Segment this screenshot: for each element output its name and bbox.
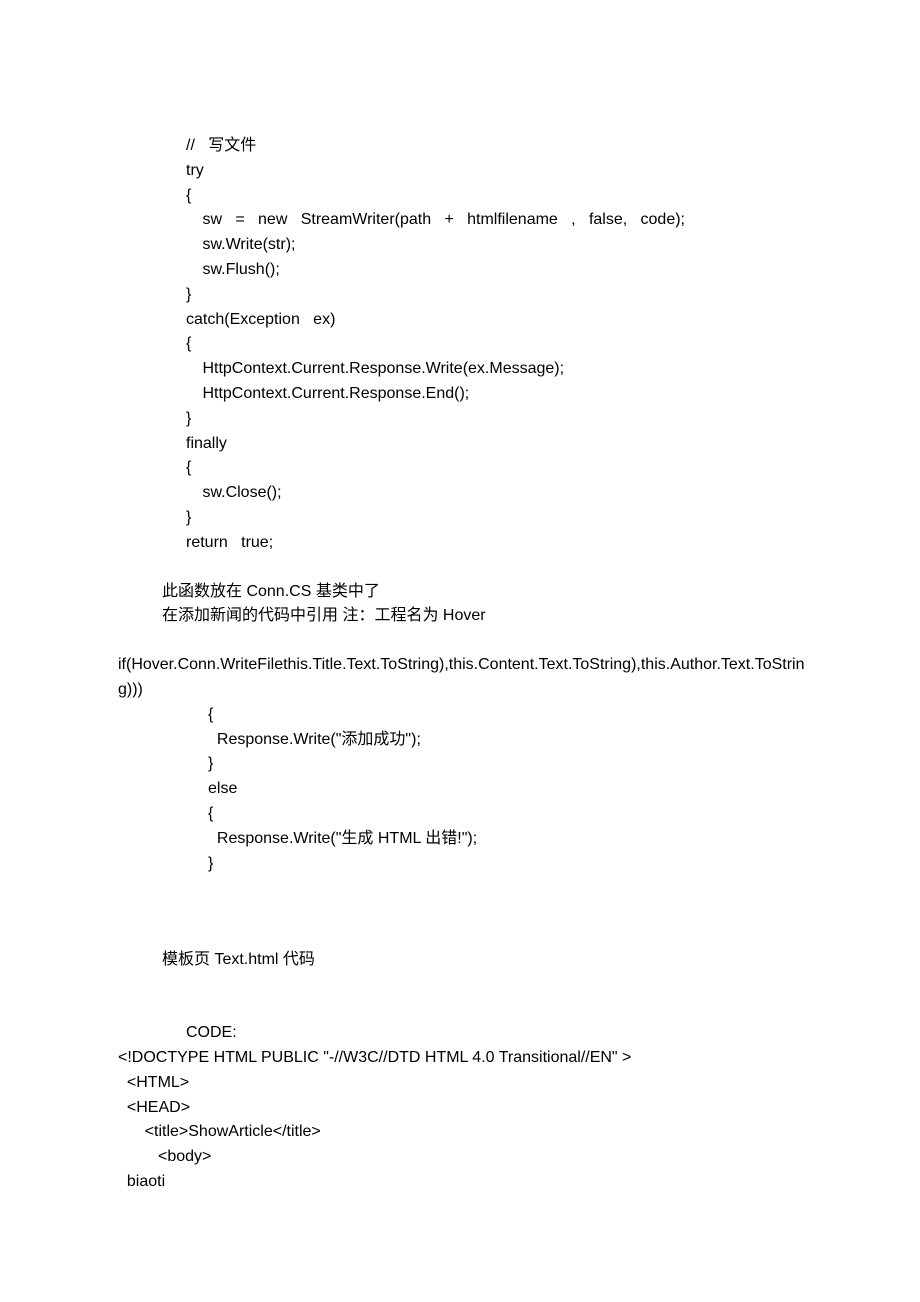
line-28: Response.Write("生成 HTML 出错!"); bbox=[118, 827, 820, 852]
line-12: } bbox=[118, 407, 820, 432]
line-34: CODE: bbox=[118, 1021, 820, 1046]
line-22: if(Hover.Conn.WriteFilethis.Title.Text.T… bbox=[118, 653, 820, 703]
line-23: { bbox=[118, 703, 820, 728]
line-0 bbox=[118, 110, 820, 134]
line-13: finally bbox=[118, 432, 820, 457]
line-29: } bbox=[118, 852, 820, 877]
line-30 bbox=[118, 876, 820, 924]
line-1: // 写文件 bbox=[118, 134, 820, 159]
line-18 bbox=[118, 556, 820, 580]
document-page: // 写文件try{ sw = new StreamWriter(path + … bbox=[0, 0, 920, 1255]
line-14: { bbox=[118, 456, 820, 481]
line-2: try bbox=[118, 159, 820, 184]
line-31 bbox=[118, 924, 820, 948]
line-16: } bbox=[118, 506, 820, 531]
line-9: { bbox=[118, 332, 820, 357]
line-37: <HEAD> bbox=[118, 1096, 820, 1121]
line-6: sw.Flush(); bbox=[118, 258, 820, 283]
line-5: sw.Write(str); bbox=[118, 233, 820, 258]
line-11: HttpContext.Current.Response.End(); bbox=[118, 382, 820, 407]
line-26: else bbox=[118, 777, 820, 802]
line-27: { bbox=[118, 802, 820, 827]
line-36: <HTML> bbox=[118, 1071, 820, 1096]
line-35: <!DOCTYPE HTML PUBLIC "-//W3C//DTD HTML … bbox=[118, 1046, 820, 1071]
line-15: sw.Close(); bbox=[118, 481, 820, 506]
line-39: <body> bbox=[118, 1145, 820, 1170]
line-38: <title>ShowArticle</title> bbox=[118, 1120, 820, 1145]
line-20: 在添加新闻的代码中引用 注：工程名为 Hover bbox=[118, 604, 820, 629]
line-33 bbox=[118, 973, 820, 1021]
line-3: { bbox=[118, 184, 820, 209]
line-32: 模板页 Text.html 代码 bbox=[118, 948, 820, 973]
line-19: 此函数放在 Conn.CS 基类中了 bbox=[118, 580, 820, 605]
line-40: biaoti bbox=[118, 1170, 820, 1195]
document-content: // 写文件try{ sw = new StreamWriter(path + … bbox=[118, 110, 820, 1195]
line-7: } bbox=[118, 283, 820, 308]
line-24: Response.Write("添加成功"); bbox=[118, 728, 820, 753]
line-21 bbox=[118, 629, 820, 653]
line-8: catch(Exception ex) bbox=[118, 308, 820, 333]
line-25: } bbox=[118, 752, 820, 777]
line-17: return true; bbox=[118, 531, 820, 556]
line-10: HttpContext.Current.Response.Write(ex.Me… bbox=[118, 357, 820, 382]
line-4: sw = new StreamWriter(path + htmlfilenam… bbox=[118, 208, 820, 233]
